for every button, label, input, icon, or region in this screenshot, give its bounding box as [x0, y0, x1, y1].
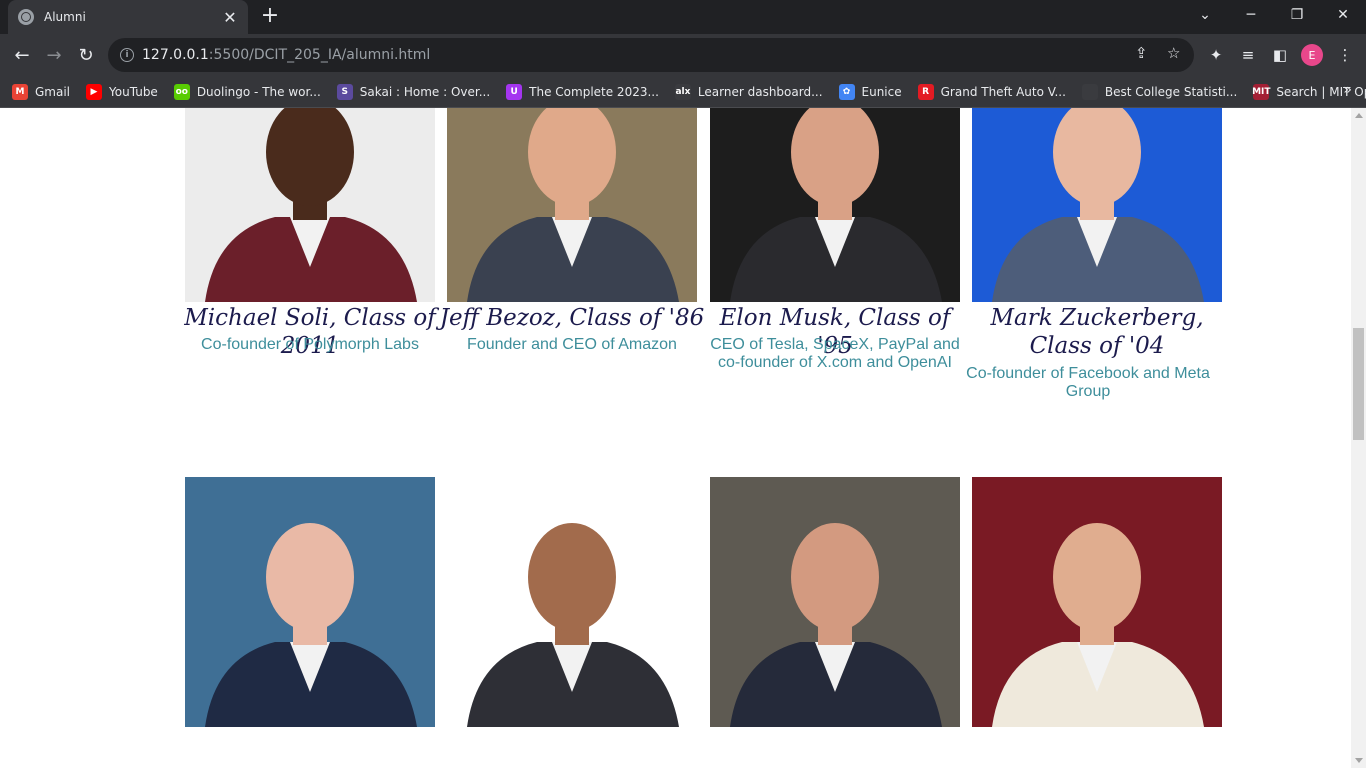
alumni-role: Co-founder of Polymorph Labs — [201, 336, 419, 353]
new-tab-button[interactable]: + — [258, 4, 282, 28]
mit-ocw-icon: MIT — [1252, 83, 1271, 100]
bookmark-label: The Complete 2023... — [529, 84, 659, 99]
alumni-photo — [972, 108, 1222, 302]
bookmark-label: Grand Theft Auto V... — [940, 84, 1066, 99]
site-info-icon[interactable]: i — [120, 48, 134, 62]
restore-button[interactable]: ❐ — [1274, 0, 1320, 30]
gmail-icon: M — [12, 83, 28, 100]
scroll-up-icon[interactable] — [1355, 113, 1363, 118]
bookmark-label: Search | MIT OpenC... — [1276, 84, 1366, 99]
back-button[interactable]: ← — [9, 42, 35, 68]
browser-toolbar: ← → ↻ i 127.0.0.1:5500/DCIT_205_IA/alumn… — [0, 34, 1366, 76]
bookmark-label: Learner dashboard... — [697, 84, 823, 99]
bookmark-item[interactable]: R Grand Theft Auto V... — [917, 83, 1066, 100]
alumni-photo — [710, 108, 960, 302]
forward-button[interactable]: → — [41, 42, 67, 68]
bookmark-label: Best College Statisti... — [1104, 84, 1238, 99]
bookmark-item[interactable]: Best College Statisti... — [1081, 83, 1238, 100]
udemy-icon: U — [506, 83, 523, 100]
extensions-icon[interactable]: ✦ — [1205, 44, 1227, 66]
alumni-photo — [710, 477, 960, 727]
share-icon[interactable]: ⇪ — [1135, 44, 1148, 62]
alumni-role: Co-founder of Facebook and Meta Group — [966, 365, 1210, 400]
page-viewport: Michael Soli, Class of 2011 Co-founder of… — [0, 108, 1351, 768]
youtube-icon: ▶ — [86, 83, 103, 100]
bookmark-item[interactable]: M Gmail — [12, 83, 71, 100]
reload-button[interactable]: ↻ — [73, 42, 99, 68]
duolingo-icon: oo — [173, 83, 190, 100]
alumni-role: CEO of Tesla, SpaceX, PayPal and co-foun… — [710, 336, 960, 371]
bookmarks-bar: M Gmail ▶ YouTube oo Duolingo - The wor... S Sa… — [0, 76, 1366, 108]
bookmark-item[interactable]: oo Duolingo - The wor... — [173, 83, 321, 100]
vertical-scrollbar[interactable] — [1351, 108, 1366, 768]
profile-avatar[interactable]: E — [1301, 44, 1323, 66]
alumni-photo — [447, 108, 697, 302]
url-host: 127.0.0.1 — [142, 47, 209, 63]
scrollbar-thumb[interactable] — [1353, 328, 1364, 440]
bookmark-star-icon[interactable]: ☆ — [1167, 44, 1180, 62]
rockstar-icon: R — [917, 83, 934, 100]
minimize-button[interactable]: ─ — [1228, 0, 1274, 30]
alumni-role: Founder and CEO of Amazon — [467, 336, 677, 353]
bookmark-label: YouTube — [109, 84, 158, 99]
more-bookmarks-icon[interactable]: » — [1343, 82, 1352, 98]
tab-search-icon[interactable]: ⌄ — [1182, 0, 1228, 30]
close-window-button[interactable]: ✕ — [1320, 0, 1366, 30]
bookmark-label: Eunice — [861, 84, 902, 99]
college-icon — [1081, 83, 1098, 100]
tab-title: Alumni — [44, 10, 86, 24]
bookmark-label: Duolingo - The wor... — [196, 84, 321, 99]
bookmark-item[interactable]: S Sakai : Home : Over... — [336, 83, 491, 100]
alumni-photo — [972, 477, 1222, 727]
tab-alumni[interactable]: Alumni ✕ — [8, 0, 248, 34]
scroll-down-icon[interactable] — [1355, 758, 1363, 763]
bookmark-item[interactable]: U The Complete 2023... — [506, 83, 659, 100]
bookmark-label: Gmail — [35, 84, 71, 99]
alumni-name: Mark Zuckerberg, Class of '04 — [990, 305, 1204, 359]
url-path: :5500/DCIT_205_IA/alumni.html — [208, 47, 431, 63]
menu-kebab-icon[interactable]: ⋮ — [1334, 44, 1356, 66]
sakai-icon: S — [336, 83, 353, 100]
tab-strip: Alumni ✕ + ⌄ ─ ❐ ✕ — [0, 0, 1366, 34]
bookmark-item[interactable]: ✿ Eunice — [838, 83, 902, 100]
globe-icon — [18, 9, 34, 25]
close-tab-icon[interactable]: ✕ — [222, 8, 238, 27]
alumni-name: Jeff Bezoz, Class of '86 — [439, 305, 705, 331]
alx-icon: alx — [674, 83, 691, 100]
media-control-icon[interactable]: ≡ — [1237, 44, 1259, 66]
side-panel-icon[interactable]: ◧ — [1269, 44, 1291, 66]
address-bar[interactable]: i 127.0.0.1:5500/DCIT_205_IA/alumni.html — [108, 38, 1194, 72]
alumni-photo — [185, 477, 435, 727]
bookmark-label: Sakai : Home : Over... — [359, 84, 491, 99]
bookmark-item[interactable]: alx Learner dashboard... — [674, 83, 823, 100]
alumni-photo — [185, 108, 435, 302]
alumni-photo — [447, 477, 697, 727]
google-photos-icon: ✿ — [838, 83, 855, 100]
bookmark-item[interactable]: ▶ YouTube — [86, 83, 158, 100]
